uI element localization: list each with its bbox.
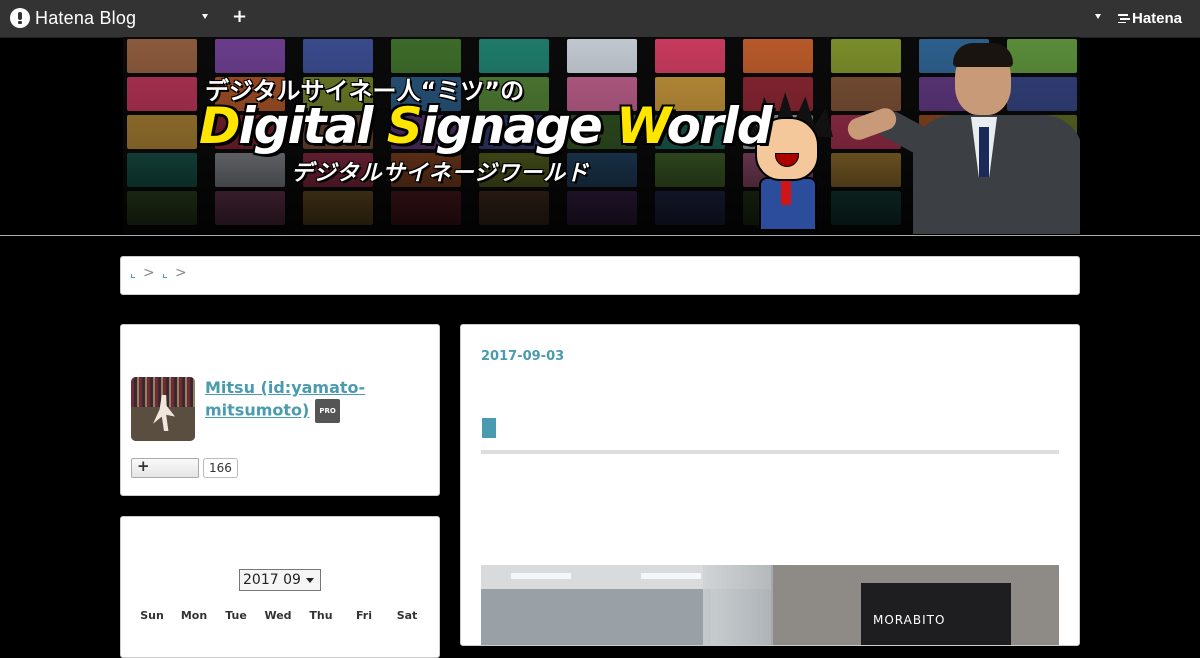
profile-module: Mitsu (id:yamato-mitsumoto) PRO + 166 <box>120 324 440 496</box>
photo-store-sign: MORABITO <box>861 583 1011 645</box>
calendar-month-select[interactable]: 2017 09 <box>239 569 321 591</box>
subscribe-plus-icon: + <box>137 457 150 475</box>
author-link[interactable]: Mitsu (id:yamato-mitsumoto) PRO <box>205 377 425 423</box>
banner-cartoon-tie <box>781 179 791 205</box>
breadcrumb-separator: > <box>175 265 187 281</box>
article-entry: 2017-09-03 MORABITO <box>460 324 1080 646</box>
photo-glass-wall <box>703 565 773 645</box>
blog-header-banner[interactable]: デジタルサイネー人“ミツ”の Digital Signage World デジタ… <box>123 37 1080 234</box>
logo-text: Hatena Blog <box>35 7 137 28</box>
pro-badge: PRO <box>315 399 340 423</box>
hatena-blog-logo-icon <box>10 8 30 28</box>
calendar-module: 2017 09 Sun Mon Tue Wed Thu Fri Sat <box>120 516 440 658</box>
post-date-link[interactable]: 2017-09-03 <box>481 349 564 364</box>
blog-menu-chevron-down-icon[interactable] <box>202 14 208 19</box>
breadcrumb-separator: > <box>143 265 155 281</box>
banner-person-hair <box>953 43 1013 67</box>
entry-title-link[interactable] <box>482 418 496 438</box>
breadcrumb-link-top[interactable] <box>131 274 135 278</box>
article-photo[interactable]: MORABITO <box>481 565 1059 645</box>
calendar-month-value: 2017 09 <box>243 572 301 588</box>
calendar-weekday: Wed <box>264 609 292 622</box>
avatar[interactable] <box>131 377 195 441</box>
calendar-weekday: Fri <box>355 609 372 622</box>
calendar-weekday: Mon <box>180 609 208 622</box>
banner-english-title: Digital Signage World <box>199 97 773 155</box>
calendar-weekday: Sun <box>140 609 164 622</box>
select-arrow-icon <box>306 578 314 583</box>
subscriber-count: 166 <box>203 458 238 478</box>
calendar-weekday: Thu <box>309 609 333 622</box>
photo-ceiling-light <box>511 573 571 579</box>
photo-store-left <box>481 589 711 645</box>
hatena-brand-icon <box>1118 13 1130 23</box>
banner-title-letter: D <box>199 97 240 155</box>
account-menu-chevron-down-icon[interactable] <box>1095 14 1101 19</box>
banner-title-letter: S <box>386 97 423 155</box>
new-post-plus-icon[interactable]: + <box>232 6 247 28</box>
banner-title-word: igital <box>238 97 387 155</box>
photo-sign-text: MORABITO <box>873 613 946 627</box>
breadcrumb: > > <box>120 256 1080 295</box>
calendar-weekday: Sat <box>396 609 418 622</box>
hatena-blog-logo[interactable]: Hatena Blog <box>10 7 136 29</box>
banner-divider <box>0 235 1200 236</box>
hatena-brand-text: Hatena <box>1132 9 1183 27</box>
calendar-weekday: Tue <box>225 609 247 622</box>
banner-title-word: orld <box>666 97 773 155</box>
global-header: Hatena Blog + Hatena <box>0 0 1200 38</box>
banner-title-word: ignage <box>420 97 617 155</box>
banner-person-body <box>913 115 1080 234</box>
banner-title-letter: W <box>616 97 668 155</box>
photo-ceiling-light <box>641 573 701 579</box>
subscribe-button[interactable]: + <box>131 457 199 478</box>
banner-katakana-title: デジタルサイネージワールド <box>291 161 590 186</box>
breadcrumb-link-category[interactable] <box>163 274 167 278</box>
entry-title-underline <box>481 450 1059 454</box>
hatena-brand-link[interactable]: Hatena <box>1118 8 1182 28</box>
author-name[interactable]: Mitsu (id:yamato-mitsumoto) <box>205 378 365 420</box>
banner-person-tie <box>979 127 989 177</box>
